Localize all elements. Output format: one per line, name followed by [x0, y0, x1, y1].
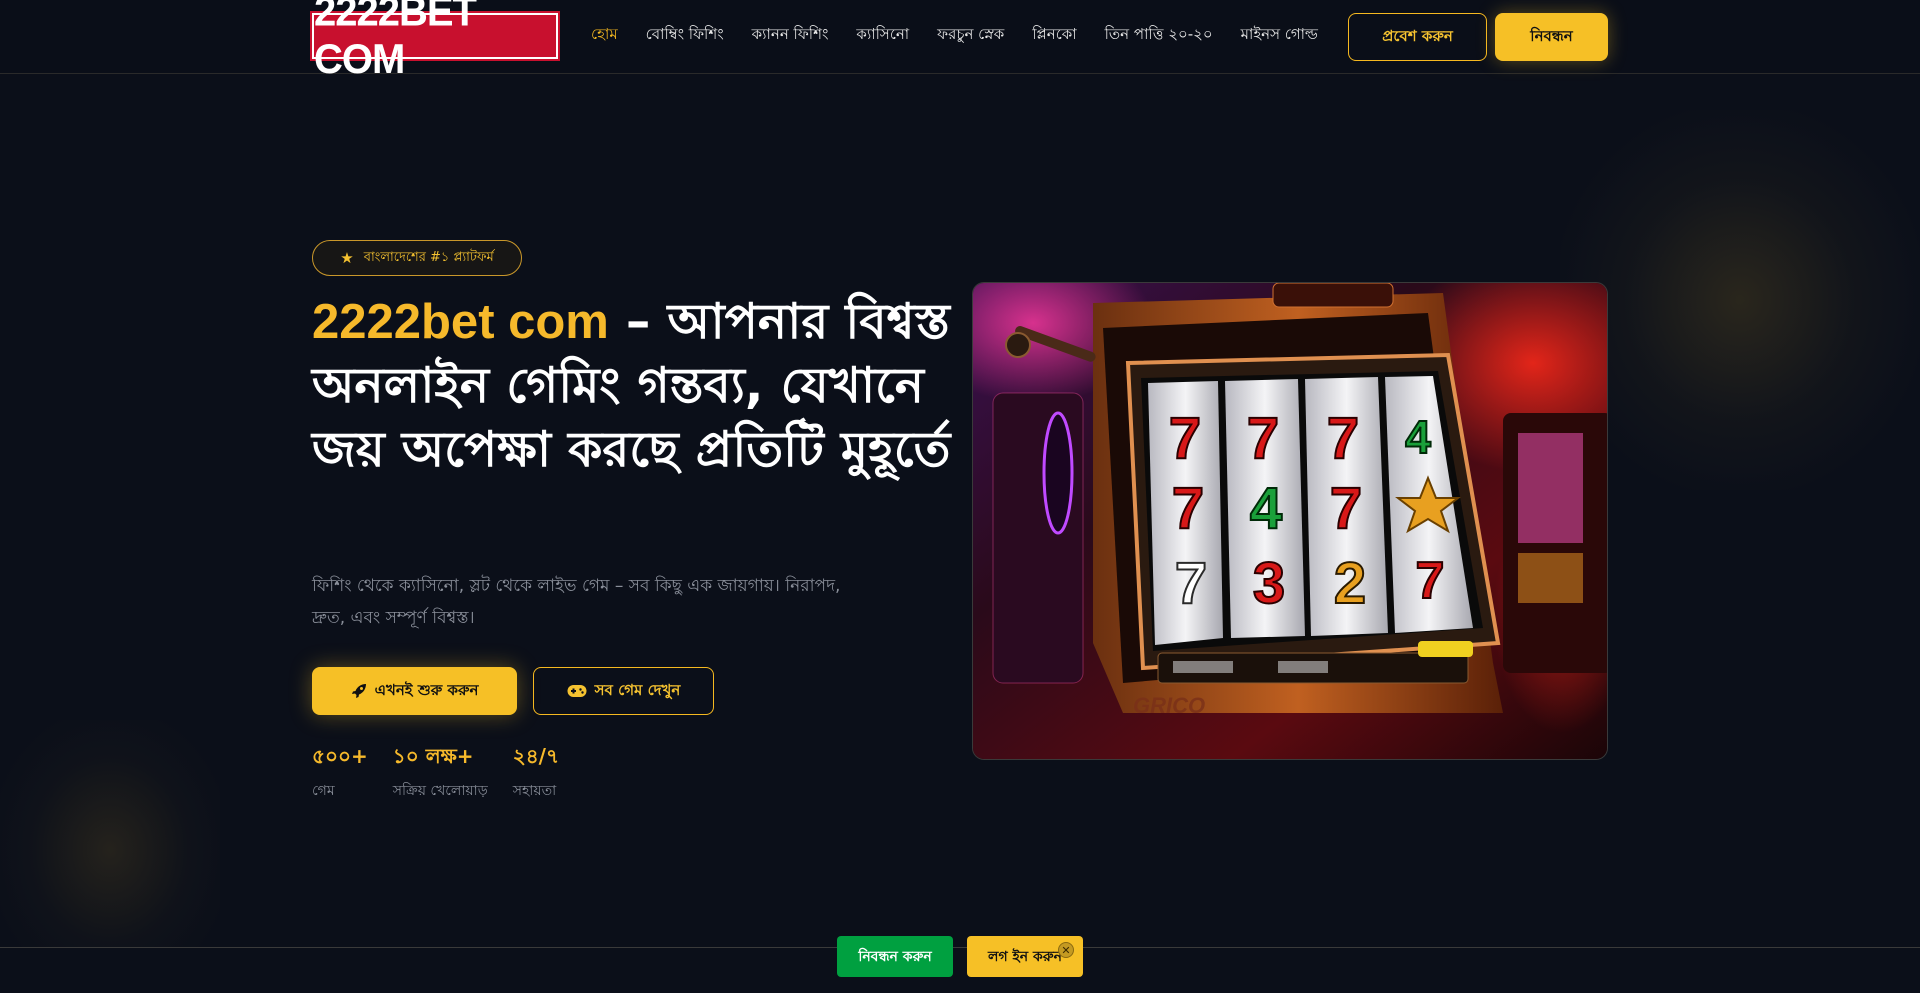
- login-button[interactable]: প্রবেশ করুন: [1348, 13, 1487, 61]
- bottom-bar: [0, 947, 1920, 993]
- svg-text:2: 2: [1334, 551, 1366, 616]
- stat-value: ৫০০+: [312, 744, 368, 768]
- hero-headline: 2222bet com – আপনার বিশ্বস্ত অনলাইন গেমি…: [312, 290, 962, 482]
- logo-text: 2222BET COM: [314, 0, 477, 83]
- stat-games: ৫০০+ গেম: [312, 743, 368, 803]
- stat-value: ২৪/৭: [512, 744, 559, 768]
- stat-players: ১০ লক্ষ+ সক্রিয় খেলোয়াড়: [393, 743, 488, 803]
- svg-text:4: 4: [1405, 411, 1431, 463]
- main-nav: হোম বোম্বিং ফিশিং ক্যানন ফিশিং ক্যাসিনো …: [591, 22, 1346, 48]
- hero-subtext: ফিশিং থেকে ক্যাসিনো, স্লট থেকে লাইভ গেম …: [312, 576, 841, 628]
- site-header: 2222BET COM হোম বোম্বিং ফিশিং ক্যানন ফিশ…: [0, 0, 1920, 82]
- svg-text:3: 3: [1253, 551, 1285, 616]
- nav-item-teen-patti[interactable]: তিন পাত্তি ২০-২০: [1105, 23, 1213, 48]
- nav-item-bombing-fishing[interactable]: বোম্বিং ফিশিং: [646, 23, 724, 48]
- stats-row: ৫০০+ গেম ১০ লক্ষ+ সক্রিয় খেলোয়াড় ২৪/৭…: [312, 743, 584, 803]
- background-glow-left: [0, 720, 220, 980]
- rocket-icon: [351, 684, 366, 698]
- badge-text: বাংলাদেশের #১ প্ল্যাটফর্ম: [363, 249, 494, 265]
- svg-text:4: 4: [1250, 476, 1282, 541]
- stat-label: সহায়তা: [512, 783, 557, 799]
- svg-text:7: 7: [1175, 551, 1207, 616]
- stat-value: ১০ লক্ষ+: [392, 744, 474, 768]
- nav-item-fortune-snake[interactable]: ফরচুন স্নেক: [937, 23, 1004, 48]
- start-now-label: এখনই শুরু করুন: [374, 680, 479, 699]
- platform-badge: ★ বাংলাদেশের #১ প্ল্যাটফর্ম: [312, 240, 522, 276]
- svg-text:7: 7: [1330, 476, 1362, 541]
- background-glow-right: [1560, 110, 1920, 490]
- star-icon: ★: [340, 249, 354, 267]
- start-now-button[interactable]: এখনই শুরু করুন: [312, 667, 517, 715]
- svg-text:7: 7: [1247, 406, 1279, 471]
- svg-text:7: 7: [1416, 552, 1445, 610]
- site-logo[interactable]: 2222BET COM: [310, 0, 560, 82]
- view-all-games-label: সব গেম দেখুন: [594, 680, 681, 699]
- stat-support: ২৪/৭ সহায়তা: [513, 743, 559, 803]
- register-button[interactable]: নিবন্ধন: [1495, 13, 1608, 61]
- svg-text:7: 7: [1172, 476, 1204, 541]
- sticky-register-button[interactable]: নিবন্ধন করুন: [837, 936, 953, 977]
- svg-text:7: 7: [1327, 406, 1359, 471]
- nav-item-mines-gold[interactable]: মাইনস গোল্ড: [1241, 23, 1318, 48]
- nav-item-casino[interactable]: ক্যাসিনো: [856, 23, 909, 48]
- view-all-games-button[interactable]: সব গেম দেখুন: [533, 667, 714, 715]
- gamepad-icon: [567, 685, 587, 697]
- stat-label: সক্রিয় খেলোয়াড়: [392, 783, 488, 799]
- headline-brand: 2222bet com: [312, 295, 609, 349]
- slot-machine-image: 7 7 7 4 7 4 7 7 3 2 7 GRICO: [972, 282, 1608, 760]
- stat-label: গেম: [312, 783, 335, 799]
- nav-item-home[interactable]: হোম: [591, 23, 618, 48]
- nav-item-plinko[interactable]: প্লিনকো: [1032, 23, 1076, 48]
- svg-text:7: 7: [1169, 406, 1201, 471]
- svg-text:GRICO: GRICO: [1133, 693, 1205, 718]
- close-icon[interactable]: ✕: [1058, 942, 1074, 958]
- nav-item-cannon-fishing[interactable]: ক্যানন ফিশিং: [752, 23, 829, 48]
